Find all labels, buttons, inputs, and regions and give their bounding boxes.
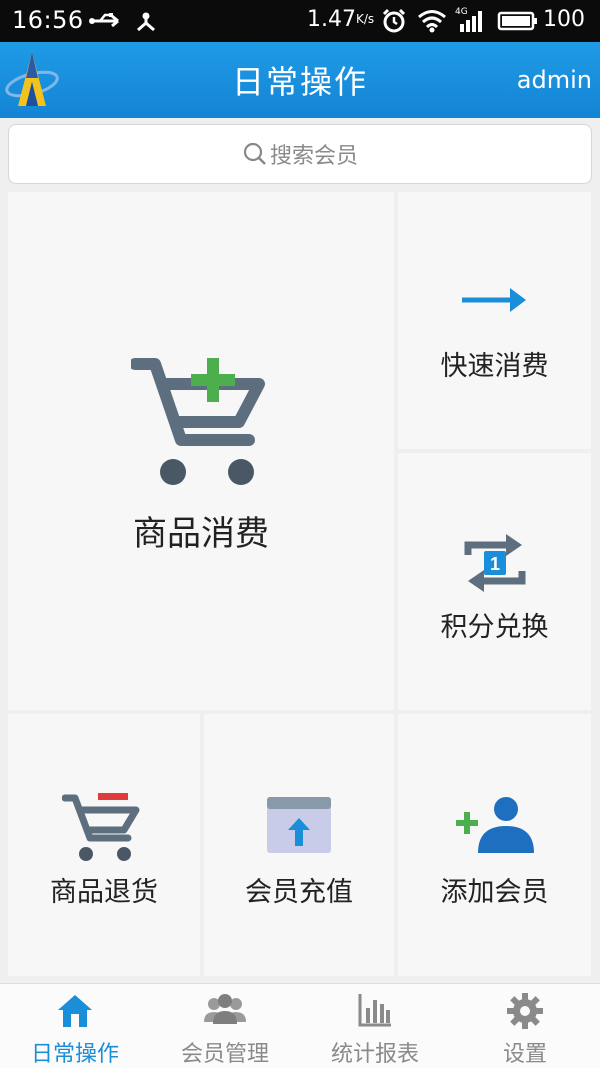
nav-label-settings: 设置 bbox=[502, 1042, 547, 1067]
net-speed: 1.47 bbox=[307, 7, 356, 32]
net-unit: K/s bbox=[356, 12, 375, 26]
tile-goods-consume[interactable]: 商品消费 bbox=[8, 192, 394, 710]
exchange-badge: 1 bbox=[490, 554, 500, 574]
usb-icon bbox=[88, 0, 124, 42]
nav-label-member-mgmt: 会员管理 bbox=[180, 1042, 269, 1067]
tile-add-member[interactable]: 添加会员 bbox=[398, 714, 591, 976]
add-member-icon bbox=[456, 797, 534, 853]
tile-quick-consume[interactable]: 快速消费 bbox=[398, 192, 591, 449]
recharge-icon bbox=[267, 797, 331, 853]
tile-label-member-recharge: 会员充值 bbox=[245, 877, 353, 908]
tile-label-goods-consume: 商品消费 bbox=[133, 514, 269, 554]
members-icon bbox=[204, 994, 246, 1024]
exchange-icon: 1 bbox=[464, 534, 526, 592]
tile-points-exchange[interactable]: 1 积分兑换 bbox=[398, 453, 591, 710]
tile-goods-return[interactable]: 商品退货 bbox=[8, 714, 200, 976]
nav-member-mgmt[interactable]: 会员管理 bbox=[150, 984, 300, 1068]
bottom-nav: 日常操作 会员管理 统计报表 设置 bbox=[0, 983, 600, 1068]
page-title: 日常操作 bbox=[231, 63, 368, 101]
gear-icon bbox=[507, 993, 543, 1029]
arrow-right-icon bbox=[462, 288, 526, 312]
cart-add-icon bbox=[131, 358, 265, 485]
search-icon bbox=[243, 142, 266, 165]
battery-icon bbox=[497, 0, 539, 42]
nav-label-daily-ops: 日常操作 bbox=[30, 1042, 119, 1067]
battery-level: 100 bbox=[543, 7, 585, 32]
search-placeholder: 搜索会员 bbox=[269, 144, 358, 169]
tile-member-recharge[interactable]: 会员充值 bbox=[204, 714, 394, 976]
nav-label-stats-report: 统计报表 bbox=[330, 1042, 419, 1067]
nav-daily-ops[interactable]: 日常操作 bbox=[0, 984, 150, 1068]
user-name[interactable]: admin bbox=[517, 66, 592, 94]
search-member-input[interactable]: 搜索会员 bbox=[8, 124, 592, 184]
chart-icon bbox=[358, 994, 391, 1027]
tile-label-points-exchange: 积分兑换 bbox=[440, 612, 549, 643]
tile-label-quick-consume: 快速消费 bbox=[440, 351, 549, 382]
alarm-icon bbox=[381, 0, 407, 42]
home-icon bbox=[58, 995, 92, 1027]
nav-settings[interactable]: 设置 bbox=[450, 984, 600, 1068]
status-bar: 16:56 1.47 K/s 4G 100 bbox=[0, 0, 600, 42]
signal-icon bbox=[456, 0, 488, 42]
wifi-icon bbox=[417, 0, 447, 42]
status-time: 16:56 bbox=[12, 6, 84, 34]
app-header: 日常操作 admin bbox=[0, 42, 600, 118]
tile-label-goods-return: 商品退货 bbox=[50, 877, 158, 908]
debug-icon bbox=[133, 0, 159, 42]
nav-stats-report[interactable]: 统计报表 bbox=[300, 984, 450, 1068]
tile-label-add-member: 添加会员 bbox=[440, 877, 549, 908]
cart-remove-icon bbox=[62, 793, 140, 861]
